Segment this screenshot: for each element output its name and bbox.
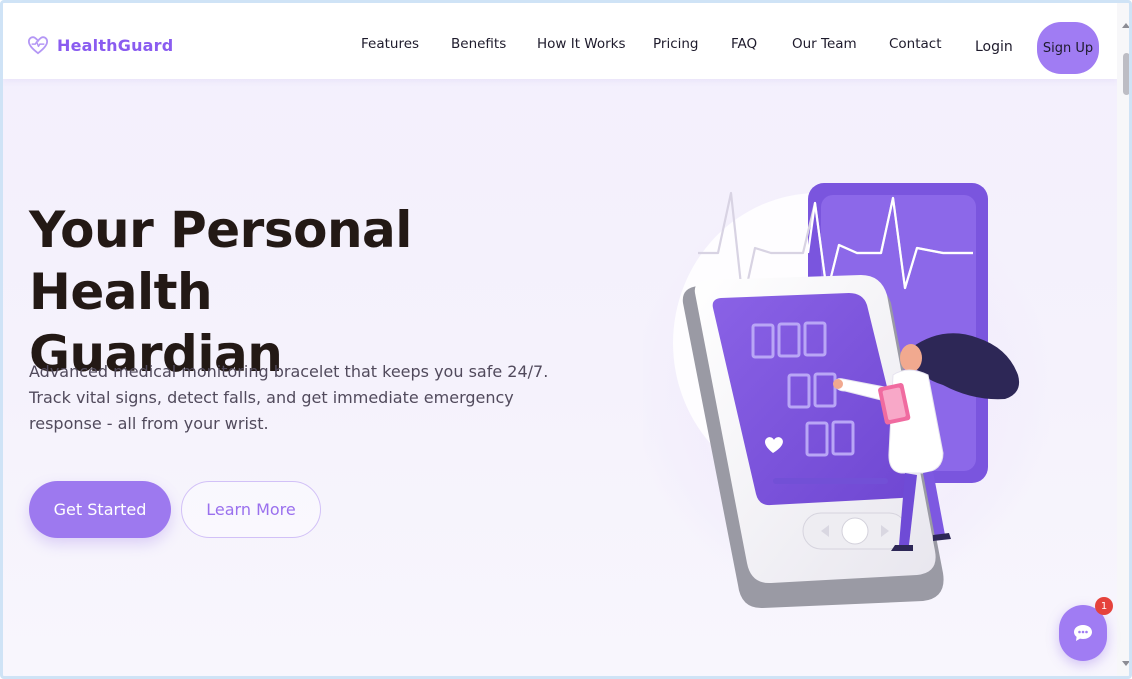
chat-bubble-icon [1074, 625, 1092, 641]
hero-description-line-2: Track vital signs, detect falls, and get… [29, 388, 514, 407]
nav-contact[interactable]: Contact [889, 36, 942, 52]
blood-pressure-monitor-illustration [643, 183, 1053, 609]
hero-title-line-1: Your Personal Health [29, 201, 412, 321]
get-started-button[interactable]: Get Started [29, 481, 171, 538]
scroll-up-arrow-icon[interactable] [1122, 23, 1129, 28]
browser-viewport: HealthGuard Features Benefits How It Wor… [0, 0, 1132, 679]
nav-faq[interactable]: FAQ [731, 36, 757, 52]
signup-button[interactable]: Sign Up [1037, 22, 1099, 74]
nav-our-team[interactable]: Our Team [792, 36, 857, 52]
nav-features[interactable]: Features [361, 36, 419, 52]
page-scrollbar[interactable] [1117, 3, 1129, 676]
chat-notification-badge: 1 [1095, 597, 1113, 615]
hero-description: Advanced medical monitoring bracelet tha… [29, 359, 589, 437]
brand-logo[interactable]: HealthGuard [27, 35, 173, 55]
heart-pulse-icon [27, 36, 49, 55]
login-link[interactable]: Login [975, 39, 1013, 55]
nav-pricing[interactable]: Pricing [653, 36, 699, 52]
learn-more-button[interactable]: Learn More [181, 481, 321, 538]
top-navbar: HealthGuard Features Benefits How It Wor… [3, 3, 1117, 79]
brand-name: HealthGuard [57, 35, 174, 55]
hero-title: Your Personal Health Guardian [29, 199, 589, 385]
hero-description-line-1: Advanced medical monitoring bracelet tha… [29, 362, 549, 381]
nav-benefits[interactable]: Benefits [451, 36, 506, 52]
nav-how-it-works[interactable]: How It Works [537, 36, 626, 52]
scroll-down-arrow-icon[interactable] [1122, 661, 1129, 666]
hero-description-line-3: response - all from your wrist. [29, 414, 269, 433]
scroll-thumb[interactable] [1123, 53, 1129, 95]
